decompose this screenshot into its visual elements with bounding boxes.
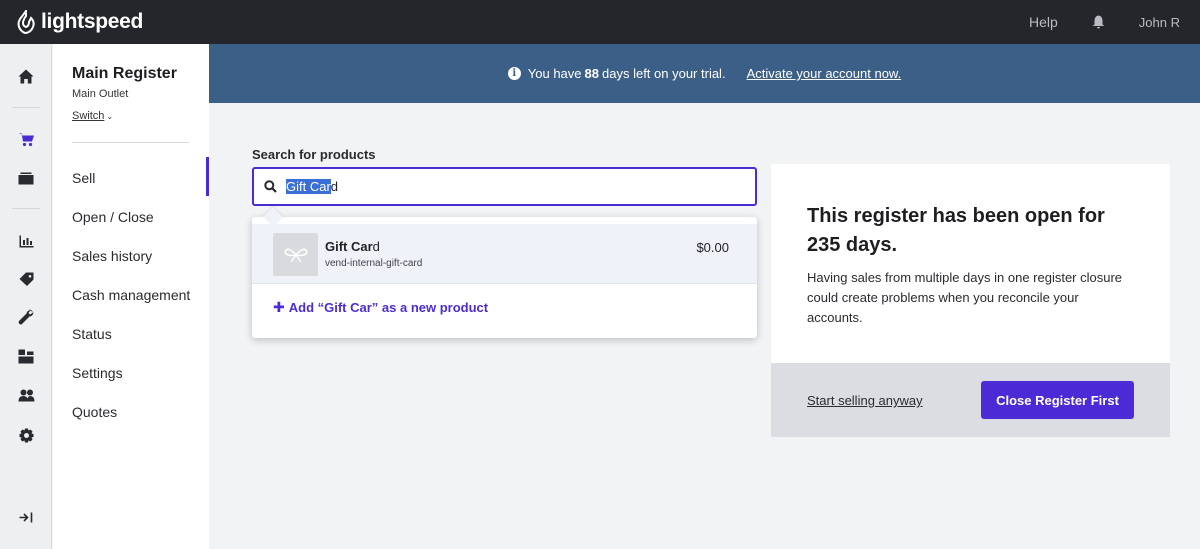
subnav-item-sales-history[interactable]: Sales history — [72, 248, 152, 264]
search-value[interactable]: Gift Card — [286, 179, 338, 194]
start-selling-anyway-link[interactable]: Start selling anyway — [807, 393, 923, 408]
switch-label: Switch — [72, 110, 105, 122]
trial-banner: i You have 88 days left on your trial. A… — [209, 44, 1200, 103]
subnav-item-settings[interactable]: Settings — [72, 365, 123, 381]
trial-days: 88 — [584, 66, 599, 81]
search-value-rest: d — [330, 179, 339, 194]
gear-icon[interactable] — [0, 420, 52, 450]
result-handle: vend-internal-gift-card — [325, 258, 423, 269]
card-body: Having sales from multiple days in one r… — [807, 270, 1123, 325]
register-subnav: Main Register Main Outlet Switch ⌄ Sell O… — [53, 44, 209, 549]
bell-icon[interactable] — [1092, 15, 1105, 29]
wrench-icon[interactable] — [0, 302, 52, 332]
icon-rail — [0, 44, 52, 549]
home-icon[interactable] — [0, 61, 52, 91]
subnav-item-status[interactable]: Status — [72, 326, 112, 342]
register-icon[interactable] — [0, 163, 52, 193]
inventory-icon[interactable] — [0, 341, 52, 371]
gift-ribbon-icon — [284, 247, 307, 262]
flame-icon — [17, 10, 35, 34]
result-name-rest: d — [372, 239, 380, 254]
product-search-input[interactable]: Gift Card — [252, 167, 757, 206]
trial-text-after: days left on your trial. — [602, 66, 726, 81]
activate-account-link[interactable]: Activate your account now. — [747, 66, 902, 81]
subnav-item-open-close[interactable]: Open / Close — [72, 209, 154, 225]
switch-register-link[interactable]: Switch ⌄ — [72, 110, 113, 122]
tag-icon[interactable] — [0, 264, 52, 294]
subnav-item-quotes[interactable]: Quotes — [72, 404, 117, 420]
search-label: Search for products — [252, 147, 376, 162]
search-icon — [264, 180, 277, 193]
active-indicator — [206, 157, 209, 196]
search-value-selected: Gift Car — [286, 179, 331, 194]
reports-icon[interactable] — [0, 226, 52, 256]
register-title: Main Register — [72, 65, 177, 82]
subnav-item-sell[interactable]: Sell — [72, 170, 95, 186]
top-bar: lightspeed Help John R — [0, 0, 1200, 44]
user-menu[interactable]: John R — [1139, 15, 1180, 30]
search-result-item[interactable]: Gift Card vend-internal-gift-card $0.00 — [252, 224, 757, 284]
add-new-product-link[interactable]: ✚ Add “Gift Car” as a new product — [273, 299, 488, 316]
chevron-down-icon: ⌄ — [106, 112, 114, 121]
logo-text: lightspeed — [41, 10, 144, 33]
result-name: Gift Card — [325, 239, 380, 254]
result-name-match: Gift Car — [325, 239, 373, 254]
customers-icon[interactable] — [0, 380, 52, 410]
info-icon: i — [507, 67, 521, 80]
search-results-dropdown: Gift Card vend-internal-gift-card $0.00 … — [252, 207, 757, 338]
result-price: $0.00 — [696, 240, 729, 255]
close-register-button[interactable]: Close Register First — [981, 381, 1134, 419]
subnav-item-cash-management[interactable]: Cash management — [72, 287, 190, 303]
trial-text-before: You have — [527, 66, 582, 81]
collapse-icon[interactable] — [0, 503, 52, 531]
plus-icon: ✚ — [273, 299, 285, 315]
register-outlet: Main Outlet — [72, 88, 129, 100]
card-title: This register has been open for 235 days… — [807, 205, 1105, 256]
help-link[interactable]: Help — [1029, 14, 1058, 30]
gift-card-thumbnail — [273, 233, 318, 276]
card-footer: Start selling anyway Close Register Firs… — [771, 363, 1170, 437]
add-new-label: Add “Gift Car” as a new product — [288, 300, 489, 315]
register-open-warning-card: This register has been open for 235 days… — [771, 164, 1170, 437]
lightspeed-logo[interactable]: lightspeed — [16, 10, 143, 34]
cart-icon[interactable] — [0, 124, 52, 154]
